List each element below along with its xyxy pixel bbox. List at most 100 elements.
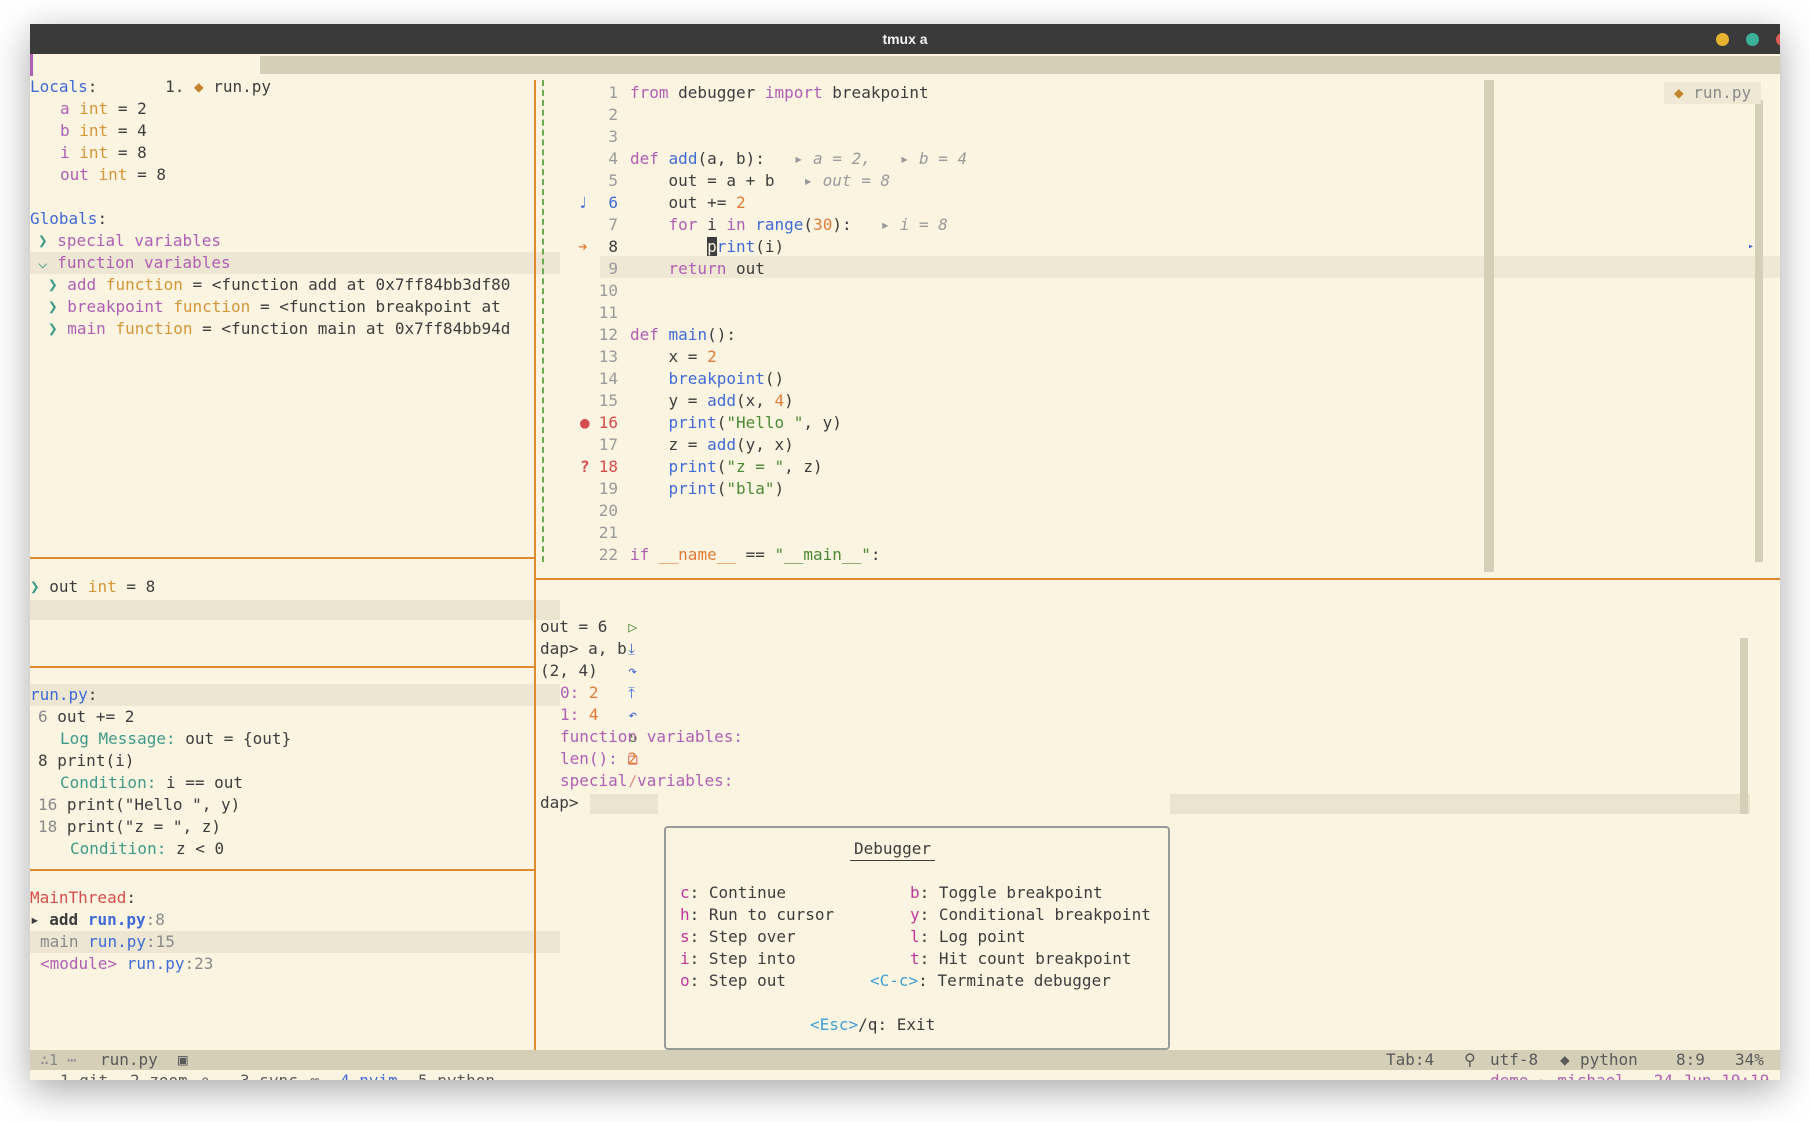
hint-continue[interactable]: c: Continue (680, 882, 786, 904)
step-over-icon[interactable]: ↷ (628, 662, 637, 680)
line-number: 2 (608, 105, 618, 124)
repl-input[interactable] (590, 794, 658, 814)
scroll-marker-icon: ▸ (1748, 241, 1755, 252)
breakpoint-row[interactable]: 16 print("Hello ", y) (38, 794, 240, 816)
breakpoint-row[interactable]: 18 print("z = ", z) (38, 816, 221, 838)
debugger-popup: Debugger c: Continue h: Run to cursor s:… (664, 826, 1170, 1050)
hint-exit[interactable]: <Esc>/q: Exit (810, 1014, 935, 1036)
code-line: y = add(x, 4) (630, 391, 794, 410)
repl-item[interactable]: 1: 4 (560, 704, 599, 726)
close-button[interactable] (1776, 33, 1780, 46)
line-number: 6 (608, 193, 618, 212)
locals-header: Locals: (30, 77, 98, 96)
python-icon: ◆ (1560, 1050, 1570, 1069)
tab-run-py[interactable]: 1. ◆ run.py (88, 54, 271, 96)
tmux-window-sync[interactable]: 3 sync (240, 1070, 298, 1080)
line-number: 12 (598, 325, 618, 344)
hint-terminate-debugger[interactable]: <C-c>: Terminate debugger (870, 970, 1111, 992)
breakpoint-condition: Condition: i == out (60, 773, 244, 792)
line-number: 13 (598, 347, 618, 366)
tab-label: run.py (213, 77, 272, 96)
stack-frame[interactable]: <module> run.py:23 (40, 953, 213, 975)
lock-icon: ▣ (178, 1050, 188, 1069)
local-var-i[interactable]: i int = 8 (60, 142, 147, 164)
vertical-divider (534, 80, 536, 1050)
hint-conditional-breakpoint[interactable]: y: Conditional breakpoint (910, 904, 1151, 926)
step-out-icon[interactable]: ⤒ (628, 684, 635, 702)
local-var-out[interactable]: out int = 8 (60, 164, 166, 186)
divider (30, 557, 535, 559)
chevron-right-icon: ❯ (30, 577, 40, 596)
repl-item[interactable]: 0: 2 (560, 682, 599, 704)
thread-name[interactable]: MainThread: (30, 887, 136, 909)
global-fn-main[interactable]: ❯ main function = <function main at 0x7f… (48, 318, 510, 340)
line-number: 17 (598, 435, 618, 454)
watch-input[interactable] (30, 600, 560, 620)
code-line: x = 2 (630, 347, 717, 366)
dap-controls: ▷ ⤓ ↷ ⤒ ↶ ↻ □ ∕ (556, 594, 637, 790)
repl-item[interactable]: function variables: (560, 726, 743, 748)
code-line: z = add(y, x) (630, 435, 794, 454)
line-number: 9 (608, 259, 618, 278)
global-fn-breakpoint[interactable]: ❯ breakpoint function = <function breakp… (48, 296, 501, 318)
line-number: 1 (608, 83, 618, 102)
linux-icon: ⚲ (1464, 1050, 1476, 1069)
repl-prompt[interactable]: dap> (540, 792, 579, 814)
code-line: print("Hello ", y) (668, 413, 842, 432)
watch-expression[interactable]: ❯ out int = 8 (30, 576, 155, 598)
repl-output: out = 6 (540, 617, 608, 636)
play-icon[interactable]: ▷ (628, 618, 637, 636)
line-number: 15 (598, 391, 618, 410)
line-number: 8 (608, 237, 618, 256)
code-line: out = a + b ▸ out = 8 (630, 171, 891, 190)
tmux-window-git[interactable]: 1 git (60, 1070, 108, 1080)
local-var-b[interactable]: b int = 4 (60, 120, 147, 142)
tmux-status-bar: 1 git 2 zoom ⌕ 3 sync ∞ 4 nvim 5 python … (30, 1070, 1780, 1080)
step-back-icon[interactable]: ↶ (628, 706, 637, 724)
line-number: 10 (598, 281, 618, 300)
statusline-tab: Tab:4 (1386, 1050, 1435, 1069)
hint-hit-count-breakpoint[interactable]: t: Hit count breakpoint (910, 948, 1132, 970)
line-number: 4 (608, 149, 618, 168)
colorcolumn (1484, 80, 1494, 572)
hint-log-point[interactable]: l: Log point (910, 926, 1026, 948)
window-title: tmux a (882, 31, 928, 47)
line-number: 11 (598, 303, 618, 322)
function-variables-node[interactable]: ⌵ function variables (30, 252, 560, 274)
title-bar: tmux a (30, 24, 1780, 54)
breakpoint-row[interactable]: 8 print(i) (38, 750, 134, 772)
minimize-button[interactable] (1716, 33, 1729, 46)
breakpoint-condition: Condition: z < 0 (70, 839, 225, 858)
zoom-button[interactable] (1746, 33, 1759, 46)
global-fn-add[interactable]: ❯ add function = <function add at 0x7ff8… (48, 274, 510, 296)
tmux-window-nvim[interactable]: 4 nvim (340, 1070, 398, 1080)
breakpoint-row[interactable]: 6 out += 2 (38, 706, 134, 728)
line-number: 14 (598, 369, 618, 388)
stack-frame-current[interactable]: ▸ add run.py:8 (30, 909, 165, 931)
stack-frame[interactable]: main run.py:15 (30, 931, 560, 953)
scrollbar[interactable] (1755, 100, 1763, 562)
step-into-icon[interactable]: ⤓ (628, 640, 635, 658)
hint-step-out[interactable]: o: Step out (680, 970, 786, 992)
terminal-content: 1. ◆ run.py Locals: a int = 2 b int = 4 … (30, 54, 1780, 1080)
code-line: for i in range(30): ▸ i = 8 (668, 215, 948, 234)
repl-output: (2, 4) (540, 661, 598, 680)
repl-item[interactable]: len(): 2 (560, 748, 637, 770)
hint-step-into[interactable]: i: Step into (680, 948, 796, 970)
file-badge: ◆ run.py (1664, 82, 1762, 104)
local-var-a[interactable]: a int = 2 (60, 98, 147, 120)
tmux-window-python[interactable]: 5 python (418, 1070, 495, 1080)
git-gutter (542, 80, 544, 562)
repl-item[interactable]: special variables: (560, 770, 733, 792)
statusline-position: 8:9 (1676, 1050, 1705, 1069)
tmux-window-zoom[interactable]: 2 zoom (130, 1070, 188, 1080)
hint-step-over[interactable]: s: Step over (680, 926, 796, 948)
zoom-icon: ⌕ (200, 1070, 210, 1080)
hint-run-to-cursor[interactable]: h: Run to cursor (680, 904, 834, 926)
code-line: print("bla") (668, 479, 785, 498)
repl-scrollbar[interactable] (1740, 638, 1748, 814)
special-variables-node[interactable]: ❯ special variables (38, 230, 221, 252)
hint-toggle-breakpoint[interactable]: b: Toggle breakpoint (910, 882, 1103, 904)
code-line: out += 2 (630, 193, 746, 212)
code-line: return out (668, 259, 765, 278)
